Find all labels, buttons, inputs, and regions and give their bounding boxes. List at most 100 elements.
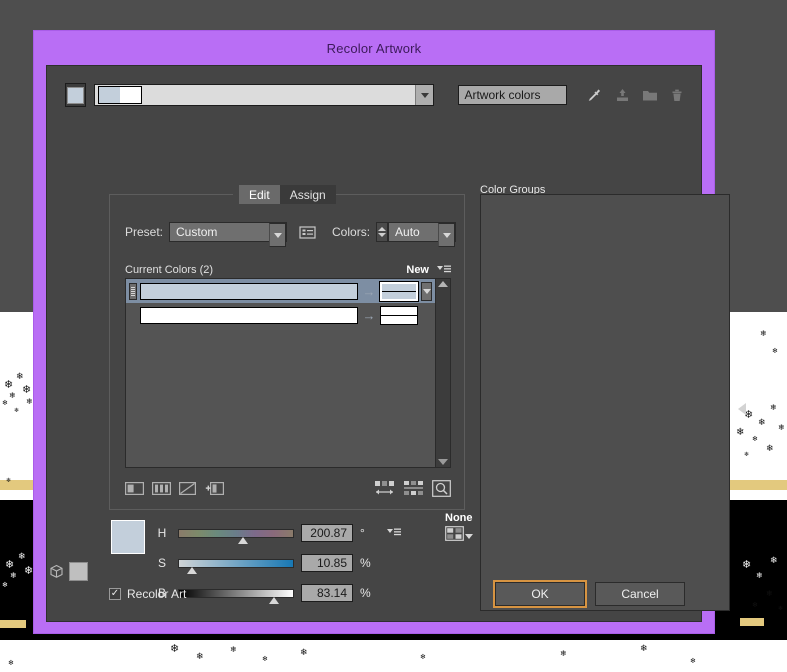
harmony-rules-icon	[445, 526, 464, 541]
preset-row: Preset: Custom Colors: Auto	[125, 222, 457, 247]
artwork-butterfly: ❄	[16, 371, 24, 381]
preview-color-2	[120, 87, 142, 103]
colors-stepper[interactable]	[376, 222, 389, 242]
new-color-top	[381, 306, 417, 315]
artwork-butterfly: ❄	[9, 391, 16, 400]
artwork-butterfly: ❄	[778, 423, 785, 432]
active-color-swatch-button[interactable]	[65, 83, 87, 107]
artwork-butterfly: ❄	[420, 654, 426, 661]
saturation-slider-track[interactable]	[178, 558, 294, 574]
saturation-slider-thumb[interactable]	[186, 566, 197, 574]
new-color-swatch[interactable]	[380, 305, 418, 325]
artwork-butterfly: ❄	[744, 452, 750, 458]
scrollbar-vertical[interactable]	[435, 279, 450, 467]
artwork-butterfly: ❄	[690, 658, 696, 665]
exclude-color-icon[interactable]	[179, 481, 196, 495]
colors-dropdown-arrow[interactable]	[438, 223, 456, 247]
chevron-down-icon	[420, 92, 429, 98]
color-group-name-field[interactable]: Artwork colors	[458, 85, 568, 105]
artwork-butterfly: ❄	[778, 606, 784, 612]
panel-menu-icon[interactable]	[437, 265, 451, 276]
color-reduction-options-icon[interactable]	[432, 479, 451, 497]
chevron-down-icon[interactable]	[465, 534, 473, 539]
ok-button[interactable]: OK	[493, 580, 587, 608]
table-row[interactable]: →	[126, 279, 435, 303]
artwork-butterfly: ❄	[752, 436, 758, 443]
color-mode-row	[49, 562, 88, 581]
scroll-down-icon[interactable]	[438, 459, 448, 465]
current-color-bar[interactable]	[140, 282, 358, 300]
mode-tabs: Edit Assign	[239, 185, 336, 204]
chevron-down-icon	[442, 232, 451, 238]
artwork-butterfly: ❄	[640, 643, 648, 653]
recolor-art-label: Recolor Art	[127, 587, 187, 601]
collapse-panel-icon[interactable]	[737, 400, 747, 418]
hue-value-field[interactable]: 200.87	[301, 524, 353, 542]
add-color-icon[interactable]	[204, 481, 224, 495]
artwork-butterfly: ❄	[26, 397, 33, 406]
separate-colors-icon[interactable]	[152, 481, 171, 495]
scroll-up-icon[interactable]	[438, 281, 448, 287]
color-groups-panel[interactable]	[480, 194, 730, 611]
artwork-gold-accent-left	[0, 620, 26, 628]
preset-dropdown-arrow[interactable]	[269, 223, 287, 247]
slider-row-s: S 10.85 %	[109, 548, 469, 578]
randomize-brightness-icon[interactable]	[403, 480, 424, 497]
harmony-rules-control[interactable]	[445, 526, 473, 541]
color-group-combobox[interactable]	[94, 84, 435, 106]
artwork-butterfly: ❄	[170, 643, 180, 655]
color-group-dropdown-arrow[interactable]	[415, 85, 434, 105]
current-color-bar[interactable]	[140, 306, 358, 324]
merge-colors-icon[interactable]	[125, 481, 144, 495]
new-color-bottom	[381, 314, 417, 324]
artwork-butterfly: ❄	[262, 656, 268, 663]
stepper-up-icon[interactable]	[378, 227, 387, 231]
hue-slider-track[interactable]	[178, 528, 294, 544]
arrow-right-icon: →	[362, 283, 376, 299]
new-color-group-icon[interactable]	[640, 84, 659, 106]
tab-assign[interactable]: Assign	[279, 185, 336, 204]
stepper-down-icon[interactable]	[378, 233, 387, 237]
preset-dropdown[interactable]: Custom	[169, 222, 288, 247]
color-list-tools-left	[125, 481, 224, 495]
cancel-button[interactable]: Cancel	[595, 582, 685, 606]
artwork-butterfly: ❄	[10, 571, 17, 580]
preset-options-icon[interactable]	[299, 225, 316, 240]
active-color-swatch	[67, 86, 85, 104]
triangle-left-icon	[738, 403, 746, 415]
tab-edit[interactable]: Edit	[239, 185, 280, 204]
ok-button-label: OK	[531, 587, 549, 601]
save-color-group-icon[interactable]	[613, 84, 632, 106]
current-colors-header: Current Colors (2) New	[125, 264, 451, 276]
artwork-butterfly: ❄	[22, 384, 32, 396]
colors-dropdown[interactable]: Auto	[388, 222, 457, 247]
row-dropdown-button[interactable]	[421, 281, 432, 301]
hue-slider-thumb[interactable]	[237, 536, 248, 544]
recolor-art-checkbox[interactable]: ✓	[109, 588, 121, 600]
delete-color-group-icon[interactable]	[668, 84, 687, 106]
artwork-butterfly: ❄	[196, 651, 204, 661]
saturation-unit: %	[360, 556, 371, 570]
preview-color-1	[99, 87, 121, 103]
slider-options-icon[interactable]	[387, 528, 401, 539]
table-row[interactable]: →	[126, 303, 435, 327]
current-colors-list[interactable]: → →	[125, 278, 451, 468]
artwork-butterfly: ❄	[770, 555, 778, 565]
colors-value: Auto	[395, 225, 420, 239]
randomize-order-icon[interactable]	[374, 480, 395, 497]
check-icon: ✓	[110, 588, 120, 599]
secondary-color-swatch[interactable]	[69, 562, 88, 581]
color-mode-cube-icon[interactable]	[49, 564, 64, 579]
current-colors-rows: → →	[126, 279, 435, 467]
eyedropper-icon[interactable]	[585, 84, 604, 106]
artwork-butterfly: ❄	[752, 602, 758, 609]
recolor-art-row[interactable]: ✓ Recolor Art	[109, 587, 186, 601]
artwork-butterfly: ❄	[230, 645, 237, 654]
row-drag-handle[interactable]	[129, 282, 137, 300]
saturation-value-field[interactable]: 10.85	[301, 554, 353, 572]
new-color-swatch[interactable]	[379, 280, 419, 302]
artwork-white-bottom	[0, 640, 787, 672]
hsb-preview-swatch[interactable]	[111, 520, 145, 554]
dialog-buttons: OK Cancel	[493, 580, 685, 608]
artwork-butterfly: ❄	[300, 647, 308, 657]
